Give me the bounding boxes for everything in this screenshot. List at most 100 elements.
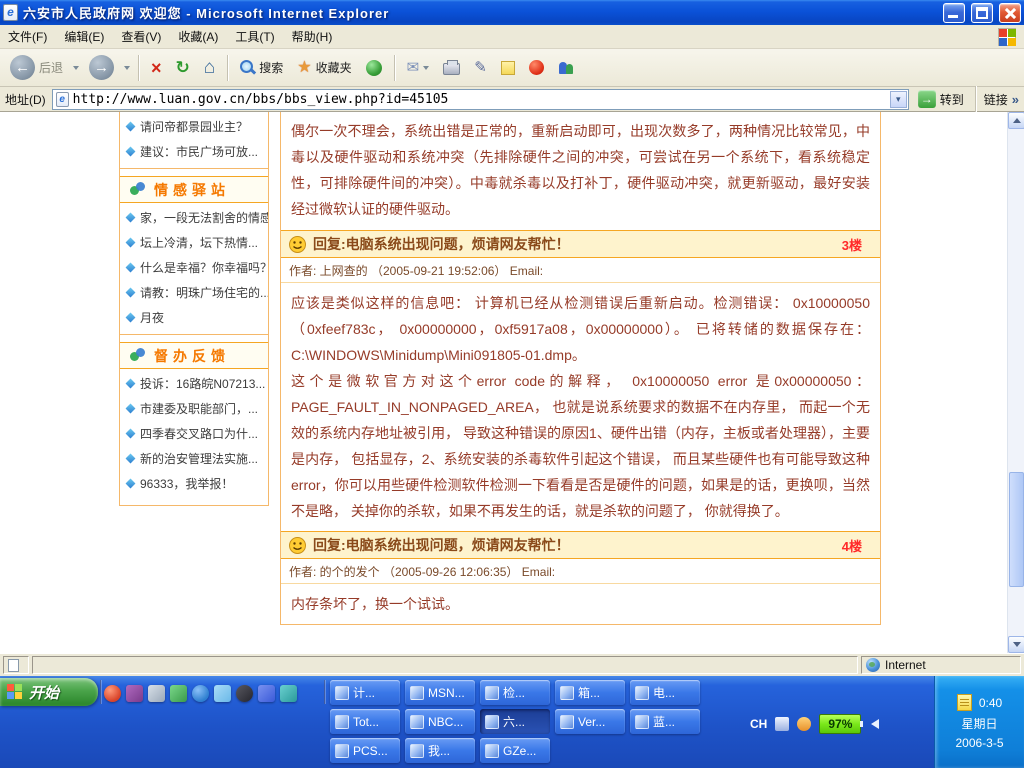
- sidebar-link-label: 什么是幸福？你幸福吗？: [140, 259, 268, 276]
- stop-button[interactable]: ×: [147, 57, 166, 79]
- sidebar-link[interactable]: 什么是幸福？你幸福吗？: [120, 255, 268, 280]
- tray-app-icon[interactable]: [797, 717, 811, 731]
- task-label: 计...: [353, 684, 375, 701]
- taskbar-task-button[interactable]: Tot...: [330, 709, 400, 734]
- volume-icon[interactable]: [871, 719, 879, 729]
- taskbar-task-button-active[interactable]: 六...: [480, 709, 550, 734]
- close-button[interactable]: [999, 3, 1021, 23]
- taskbar-task-button[interactable]: 箱...: [555, 680, 625, 705]
- go-label: 转到: [940, 91, 964, 108]
- title-bar: e 六安市人民政府网 欢迎您 - Microsoft Internet Expl…: [0, 0, 1024, 25]
- scroll-down-button[interactable]: [1008, 636, 1024, 653]
- taskbar-task-button[interactable]: NBC...: [405, 709, 475, 734]
- clock-area[interactable]: 0:40 星期日 2006-3-5: [934, 676, 1024, 768]
- media-player-icon[interactable]: [104, 685, 121, 702]
- edit-button[interactable]: ✎: [470, 58, 491, 77]
- bullet-icon: [126, 238, 136, 248]
- menu-tools[interactable]: 工具(T): [235, 28, 274, 45]
- sidebar-link[interactable]: 96333，我举报！: [120, 471, 268, 496]
- search-button[interactable]: 搜索: [236, 57, 287, 78]
- notes-icon[interactable]: [957, 694, 972, 711]
- tray-keyboard-icon[interactable]: [775, 717, 789, 731]
- messenger-icon[interactable]: [126, 685, 143, 702]
- sidebar-link[interactable]: 月夜: [120, 305, 268, 330]
- sidebar-link-label: 请问帝都景园业主？: [140, 118, 248, 135]
- forward-icon: →: [89, 55, 114, 80]
- menu-edit[interactable]: 编辑(E): [64, 28, 104, 45]
- taskbar-divider: [324, 680, 326, 704]
- address-bar: 地址(D) e http://www.luan.gov.cn/bbs/bbs_v…: [0, 87, 1024, 112]
- sidebar-link[interactable]: 新的治安管理法实施...: [120, 446, 268, 471]
- forward-button[interactable]: →: [85, 53, 118, 82]
- menu-file[interactable]: 文件(F): [8, 28, 47, 45]
- sidebar-link[interactable]: 坛上冷清，坛下热情...: [120, 230, 268, 255]
- address-dropdown-button[interactable]: ▾: [890, 91, 907, 108]
- messenger-button[interactable]: [554, 58, 579, 77]
- forward-dropdown-icon[interactable]: [124, 66, 130, 70]
- back-button[interactable]: ← 后退: [6, 53, 67, 82]
- taskbar-task-button[interactable]: 电...: [630, 680, 700, 705]
- go-button[interactable]: → 转到: [915, 90, 967, 108]
- start-button[interactable]: 开始: [0, 678, 98, 706]
- section-title: 督办反馈: [154, 346, 230, 366]
- sidebar-link[interactable]: 市建委及职能部门，...: [120, 396, 268, 421]
- refresh-button[interactable]: ↻: [172, 57, 194, 79]
- green-app-icon[interactable]: [170, 685, 187, 702]
- menu-view[interactable]: 查看(V): [121, 28, 161, 45]
- links-chevron-icon: »: [1012, 92, 1019, 107]
- sidebar-section-feedback[interactable]: 督办反馈: [120, 342, 268, 369]
- back-dropdown-icon[interactable]: [73, 66, 79, 70]
- taskbar-task-button[interactable]: PCS...: [330, 738, 400, 763]
- window-title: 六安市人民政府网 欢迎您 - Microsoft Internet Explor…: [23, 3, 937, 22]
- taskbar-task-button[interactable]: 蓝...: [630, 709, 700, 734]
- links-label: 链接: [984, 91, 1008, 108]
- home-button[interactable]: ⌂: [200, 56, 219, 79]
- sidebar-link[interactable]: 请问帝都景园业主？: [120, 114, 268, 139]
- sidebar-link[interactable]: 家，一段无法割舍的情感: [120, 205, 268, 230]
- menu-favorites[interactable]: 收藏(A): [178, 28, 218, 45]
- taskbar-task-button[interactable]: 检...: [480, 680, 550, 705]
- msn-icon[interactable]: [258, 685, 275, 702]
- task-label: MSN...: [428, 686, 465, 700]
- address-input[interactable]: e http://www.luan.gov.cn/bbs/bbs_view.ph…: [52, 89, 909, 110]
- sidebar-link[interactable]: 四季春交叉路口为什...: [120, 421, 268, 446]
- discuss-button[interactable]: [497, 59, 519, 77]
- battery-indicator[interactable]: 97%: [819, 714, 861, 734]
- web-app-icon[interactable]: [214, 685, 231, 702]
- print-button[interactable]: [439, 58, 464, 77]
- sidebar-link[interactable]: 请教：明珠广场住宅的...: [120, 280, 268, 305]
- media-button[interactable]: [362, 58, 386, 78]
- toolbar-separator: [227, 55, 228, 81]
- app-icon: [335, 744, 349, 758]
- internet-explorer-icon[interactable]: [192, 685, 209, 702]
- disk-icon[interactable]: [148, 685, 165, 702]
- author-line: 作者: 的个的发个 （2005-09-26 12:06:35） Email:: [281, 559, 880, 584]
- mail-button[interactable]: ✉: [403, 58, 434, 77]
- taskbar-task-button[interactable]: MSN...: [405, 680, 475, 705]
- vertical-scrollbar[interactable]: [1007, 112, 1024, 653]
- task-button-grid: 计... MSN... 检... 箱... 电... Tot... NBC...…: [330, 680, 700, 767]
- maximize-button[interactable]: [971, 3, 993, 23]
- taskbar-task-button[interactable]: GZe...: [480, 738, 550, 763]
- taskbar-task-button[interactable]: 计...: [330, 680, 400, 705]
- sidebar-link[interactable]: 投诉：16路皖N07213...: [120, 371, 268, 396]
- input-method-indicator[interactable]: CH: [750, 717, 767, 731]
- sidebar-section-emotion[interactable]: 情感驿站: [120, 176, 268, 203]
- minimize-button[interactable]: [943, 3, 965, 23]
- favorites-button[interactable]: ★ 收藏夹: [293, 57, 355, 78]
- scroll-up-button[interactable]: [1008, 112, 1024, 129]
- status-zone-panel: Internet: [861, 656, 1021, 674]
- sidebar-link-label: 请教：明珠广场住宅的...: [140, 284, 268, 301]
- reply-body-3: 应该是类似这样的信息吧： 计算机已经从检测错误后重新启动。检测错误： 0x100…: [281, 283, 880, 531]
- qq-button[interactable]: [525, 58, 548, 77]
- sidebar-link[interactable]: 建议：市民广场可放...: [120, 139, 268, 164]
- people-icon[interactable]: [280, 685, 297, 702]
- menu-help[interactable]: 帮助(H): [292, 28, 333, 45]
- links-button[interactable]: 链接 »: [984, 91, 1019, 108]
- taskbar-task-button[interactable]: 我...: [405, 738, 475, 763]
- taskbar-task-button[interactable]: Ver...: [555, 709, 625, 734]
- discuss-icon: [501, 61, 515, 75]
- scrollbar-thumb[interactable]: [1009, 472, 1024, 587]
- qq-icon[interactable]: [236, 685, 253, 702]
- thread-view: 偶尔一次不理会，系统出错是正常的，重新启动即可，出现次数多了，两种情况比较常见，…: [280, 112, 881, 625]
